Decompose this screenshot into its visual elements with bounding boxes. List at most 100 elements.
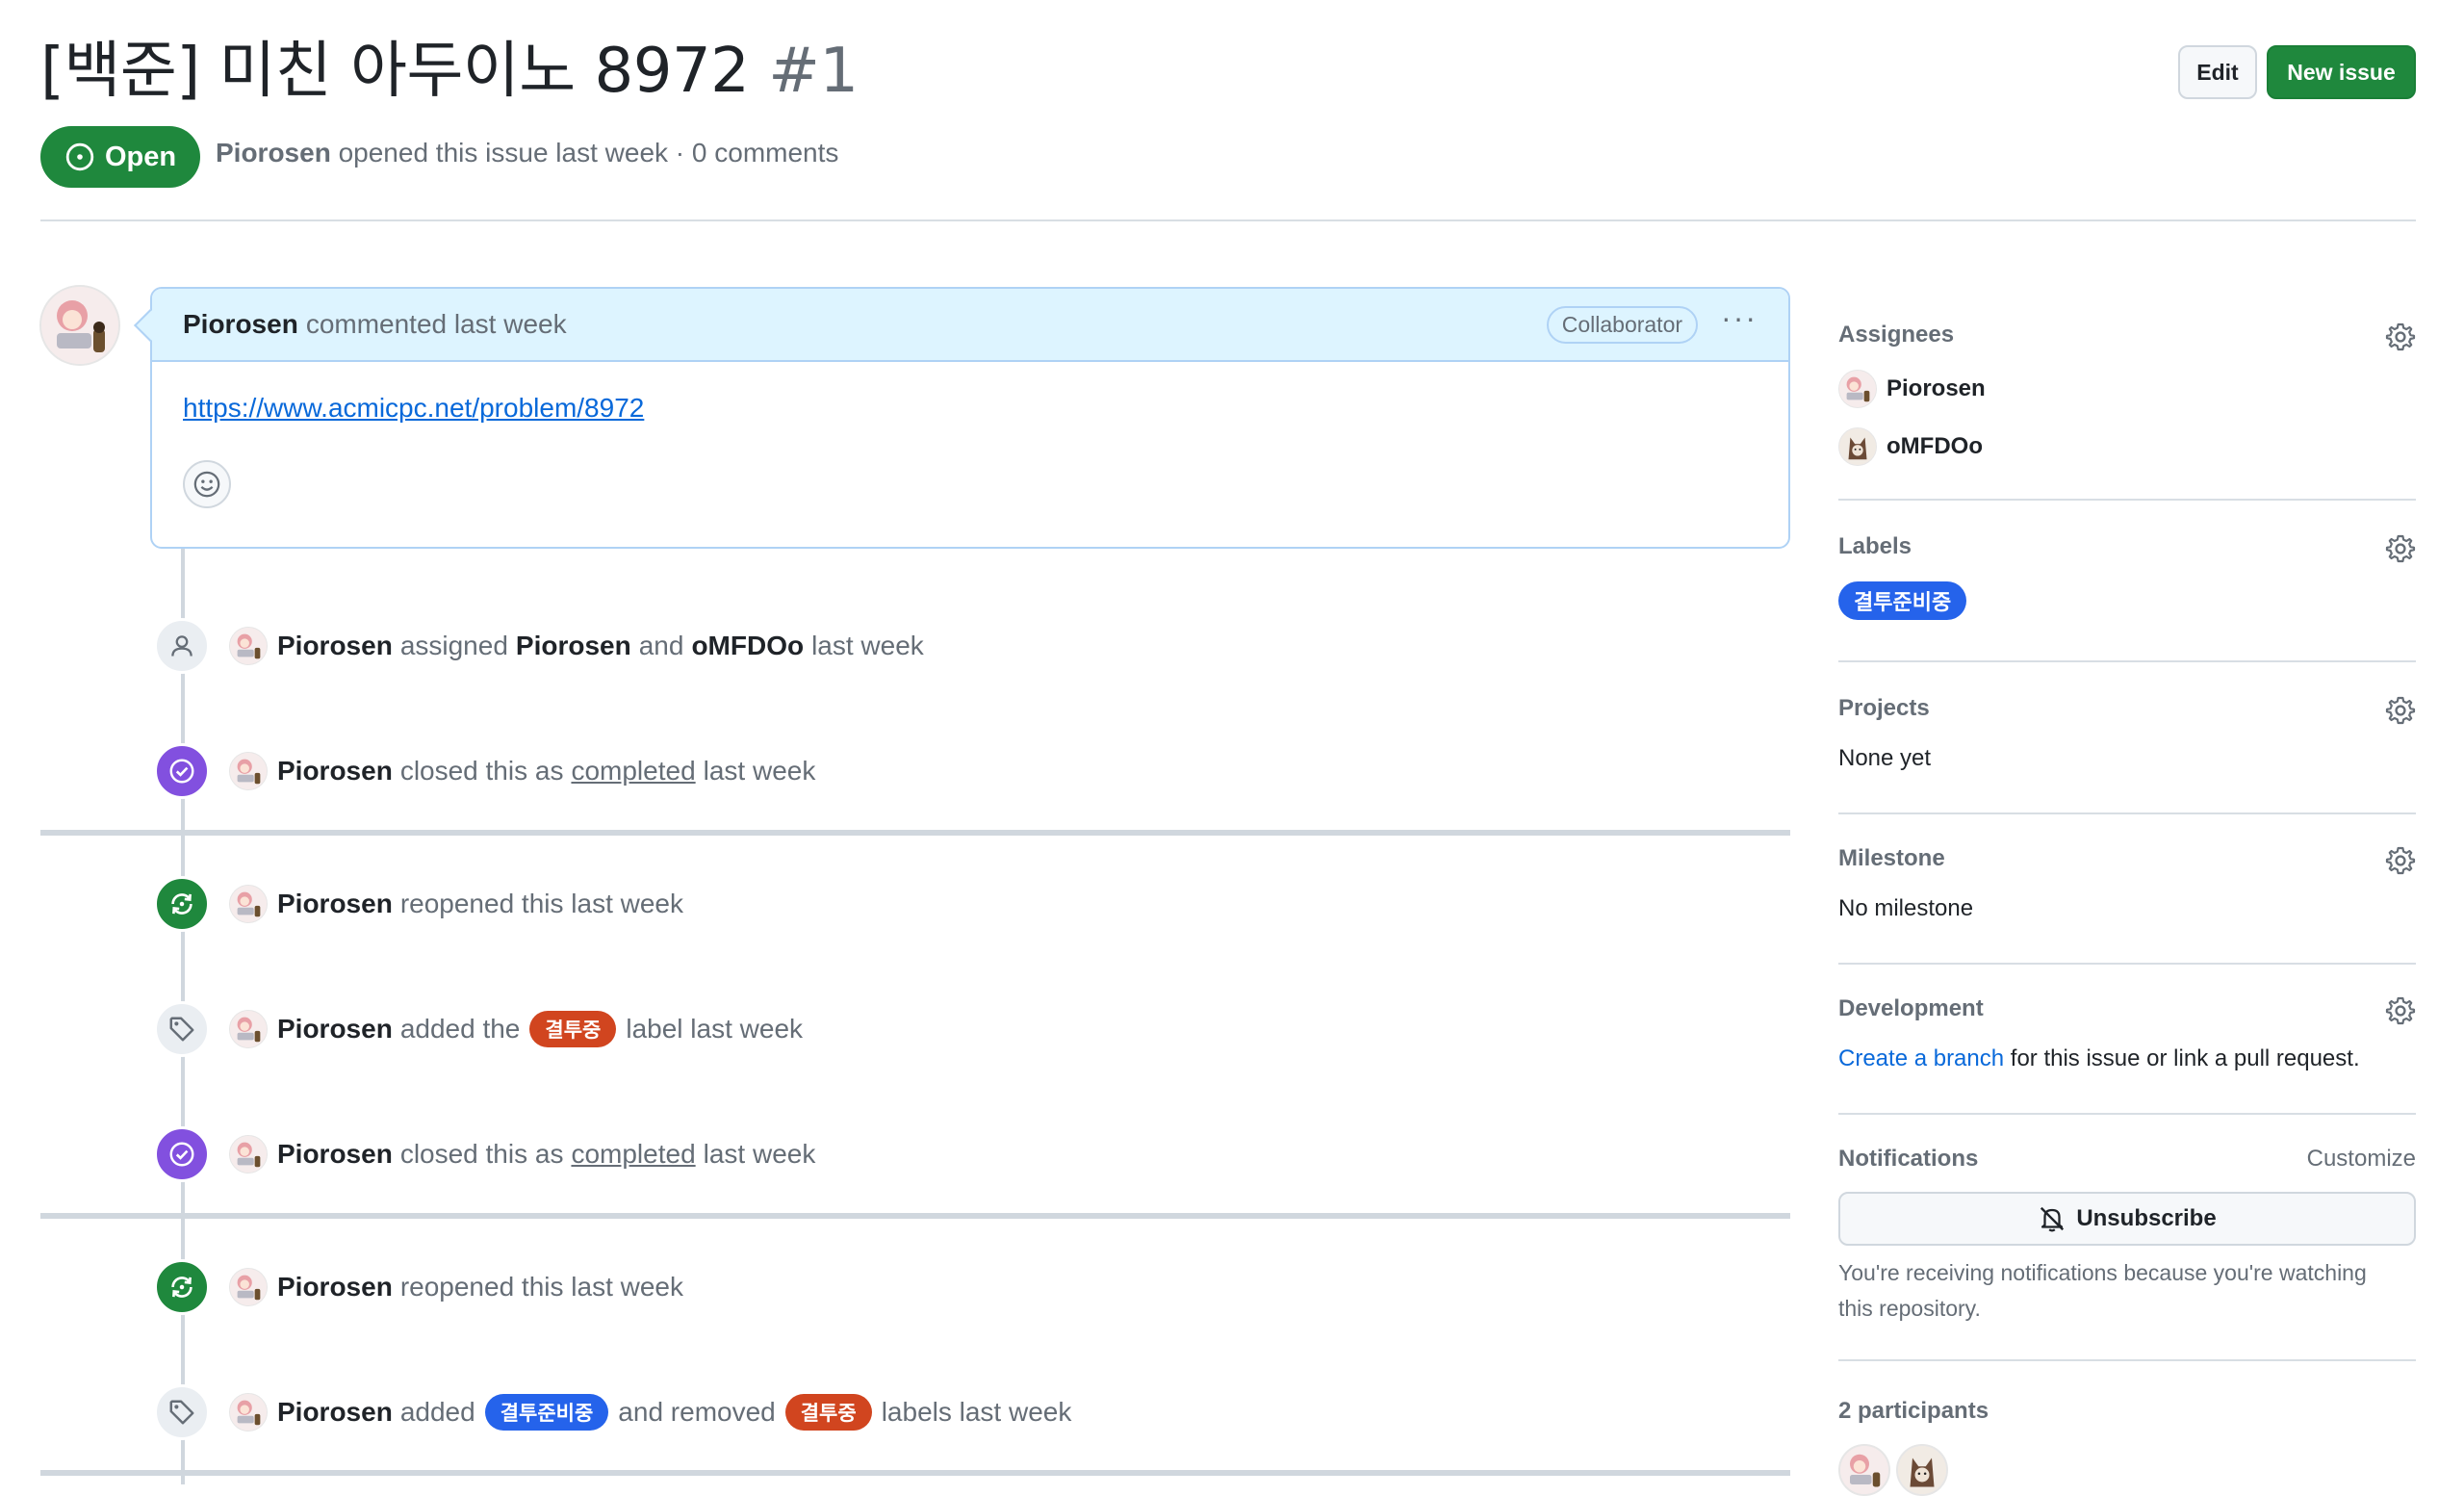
event-actor[interactable]: Piorosen: [277, 631, 393, 661]
participant-avatar[interactable]: [1838, 1444, 1890, 1496]
timeline-close-divider: [40, 830, 1790, 836]
assignee-item[interactable]: oMFDOo: [1838, 427, 2416, 466]
gear-icon[interactable]: [2385, 695, 2416, 726]
development-heading[interactable]: Development: [1838, 995, 2416, 1022]
milestone-heading[interactable]: Milestone: [1838, 845, 2416, 872]
sync-icon: [154, 1259, 210, 1315]
sidebar-divider: [1838, 1113, 2416, 1115]
sidebar-divider: [1838, 499, 2416, 501]
event-timestamp[interactable]: last week: [704, 1139, 816, 1170]
event-timestamp[interactable]: last week: [704, 756, 816, 787]
smiley-icon: [193, 471, 220, 498]
customize-link[interactable]: Customize: [2307, 1146, 2416, 1173]
tag-icon: [154, 1001, 210, 1057]
issue-author-link[interactable]: Piorosen: [216, 138, 331, 168]
timeline-close-divider: [40, 1213, 1790, 1219]
assignee-item[interactable]: Piorosen: [1838, 370, 2416, 408]
event-actor[interactable]: Piorosen: [277, 1272, 393, 1303]
header-divider: [40, 219, 2416, 221]
event-text: labels last week: [881, 1397, 1072, 1427]
participant-avatar[interactable]: [1896, 1444, 1948, 1496]
event-actor[interactable]: Piorosen: [277, 756, 393, 787]
event-target[interactable]: oMFDOo: [691, 631, 804, 661]
label-badge[interactable]: 결투중: [784, 1394, 872, 1431]
event-text: closed this as: [399, 1139, 564, 1169]
event-actor[interactable]: Piorosen: [277, 1139, 393, 1170]
comment-author-avatar[interactable]: [39, 285, 120, 366]
sidebar-development: Development Create a branch for this iss…: [1838, 995, 2416, 1072]
assignees-heading[interactable]: Assignees: [1838, 322, 2416, 348]
projects-value: None yet: [1838, 745, 1932, 771]
add-reaction-button[interactable]: [183, 460, 231, 508]
timeline-event-closed: Piorosen closed this as completed last w…: [154, 742, 815, 800]
create-branch-link[interactable]: Create a branch: [1838, 1045, 2004, 1071]
actor-avatar[interactable]: [229, 1268, 268, 1306]
sync-icon: [154, 876, 210, 932]
problem-link[interactable]: https://www.acmicpc.net/problem/8972: [183, 393, 644, 423]
comment-timestamp[interactable]: commented last week: [306, 309, 567, 340]
bell-slash-icon: [2040, 1206, 2065, 1232]
assignee-avatar: [1838, 370, 1877, 408]
edit-button[interactable]: Edit: [2178, 45, 2257, 99]
actor-avatar[interactable]: [229, 627, 268, 665]
check-circle-icon: [154, 1126, 210, 1182]
issue-number: #1: [768, 36, 859, 107]
kebab-menu-icon[interactable]: ···: [1721, 302, 1758, 347]
gear-icon[interactable]: [2385, 845, 2416, 876]
new-issue-button[interactable]: New issue: [2267, 45, 2416, 99]
unsubscribe-button[interactable]: Unsubscribe: [1838, 1192, 2416, 1246]
event-timestamp[interactable]: last week: [811, 631, 924, 661]
issue-opened-icon: [65, 142, 94, 171]
event-actor[interactable]: Piorosen: [277, 889, 393, 919]
event-text: and: [638, 631, 684, 660]
actor-avatar[interactable]: [229, 752, 268, 790]
assignee-avatar: [1838, 427, 1877, 466]
actor-avatar[interactable]: [229, 1010, 268, 1048]
labels-heading[interactable]: Labels: [1838, 533, 2416, 560]
completed-link[interactable]: completed: [571, 1139, 695, 1170]
completed-link[interactable]: completed: [571, 756, 695, 787]
issue-meta: Piorosen opened this issue last week · 0…: [216, 138, 838, 168]
event-text: closed this as: [399, 756, 564, 786]
sidebar-notifications: Notifications Customize Unsubscribe You'…: [1838, 1146, 2416, 1327]
gear-icon[interactable]: [2385, 322, 2416, 352]
sidebar-divider: [1838, 812, 2416, 814]
sidebar-projects: Projects None yet: [1838, 695, 2416, 772]
projects-heading[interactable]: Projects: [1838, 695, 2416, 722]
gear-icon[interactable]: [2385, 995, 2416, 1026]
timeline-event-closed: Piorosen closed this as completed last w…: [154, 1125, 815, 1183]
gear-icon[interactable]: [2385, 533, 2416, 564]
participants-heading: 2 participants: [1838, 1398, 1989, 1424]
event-text: assigned: [399, 631, 508, 660]
event-text: added: [399, 1397, 475, 1427]
notification-reason: You're receiving notifications because y…: [1838, 1260, 2367, 1321]
sidebar-divider: [1838, 1359, 2416, 1361]
sidebar-labels: Labels 결투준비중: [1838, 533, 2416, 620]
actor-avatar[interactable]: [229, 1135, 268, 1174]
timeline-event-reopened: Piorosen reopened this last week: [154, 875, 683, 933]
event-target[interactable]: Piorosen: [516, 631, 631, 661]
comment-author[interactable]: Piorosen: [183, 309, 298, 340]
sidebar-assignees: Assignees Piorosen oMFDOo: [1838, 322, 2416, 466]
milestone-value: No milestone: [1838, 895, 1974, 921]
event-actor[interactable]: Piorosen: [277, 1014, 393, 1045]
assignee-name: Piorosen: [1886, 375, 1986, 401]
assignee-name: oMFDOo: [1886, 433, 1983, 459]
development-rest: for this issue or link a pull request.: [2010, 1045, 2360, 1071]
sidebar-participants: 2 participants: [1838, 1398, 2416, 1496]
issue-comment: Piorosen commented last week Collaborato…: [134, 287, 1790, 549]
actor-avatar[interactable]: [229, 885, 268, 923]
check-circle-icon: [154, 743, 210, 799]
collaborator-badge: Collaborator: [1546, 305, 1699, 344]
person-icon: [154, 618, 210, 674]
comment-body: https://www.acmicpc.net/problem/8972: [152, 362, 1788, 539]
sidebar-label-badge[interactable]: 결투준비중: [1838, 581, 1967, 620]
label-badge[interactable]: 결투준비중: [484, 1394, 609, 1431]
timeline-close-divider: [40, 1470, 1790, 1476]
event-actor[interactable]: Piorosen: [277, 1397, 393, 1428]
actor-avatar[interactable]: [229, 1393, 268, 1432]
sidebar-divider: [1838, 660, 2416, 662]
timeline-event-reopened: Piorosen reopened this last week: [154, 1258, 683, 1316]
label-badge[interactable]: 결투중: [529, 1011, 617, 1047]
issue-title: [백준] 미친 아두이노 8972 #1: [40, 29, 859, 114]
